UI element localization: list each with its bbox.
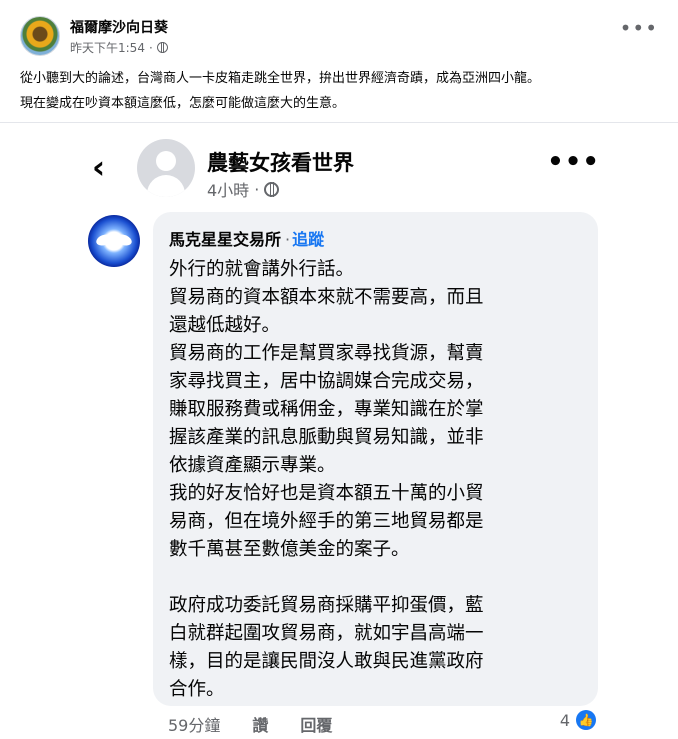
embedded-screenshot: ‹ 農藝女孩看世界 4小時 · ••• 馬克星星交易所 · 追蹤 外行的就會講外行話… [80,123,620,739]
post-header: 福爾摩沙向日葵 昨天下午1:54 · ••• [0,0,678,62]
comment-line: 家尋找買主，居中協調媒合完成交易， [169,371,484,392]
back-icon: ‹ [92,148,106,186]
comment-line: 白就群起圍攻貿易商，就如宇昌高端一 [169,623,484,644]
post-timestamp[interactable]: 昨天下午1:54 [70,39,145,56]
post-meta: 昨天下午1:54 · [70,39,168,56]
reaction-count: 4 [559,710,570,730]
author-avatar[interactable] [20,16,60,56]
commenter-avatar [88,215,140,267]
comment-line: 樣，目的是讓民間沒人敢與民進黨政府 [169,651,484,672]
comment-line: 握該產業的訊息脈動與貿易知識，並非 [169,427,484,448]
comment-actions: 59分鐘 讚 回覆 [168,712,332,736]
page-post-time: 4小時 [207,181,250,200]
comment-line [169,564,589,592]
comment-line: 合作。 [169,679,225,700]
reply-action: 回覆 [300,716,333,735]
comment-author: 馬克星星交易所 [169,230,282,249]
globe-icon [264,181,280,197]
comment-line: 貿易商的工作是幫買家尋找貨源，幫賣 [169,343,484,364]
more-icon: ••• [547,147,600,177]
more-icon[interactable]: ••• [620,18,658,38]
comment-text: 外行的就會講外行話。 貿易商的資本額本來就不需要高，而且 還越低越好。 貿易商的… [169,256,589,704]
comment-line: 還越低越好。 [169,315,281,336]
comment-line: 外行的就會講外行話。 [169,259,355,280]
post-text: 從小聽到大的論述，台灣商人一卡皮箱走跳全世界，拚出世界經濟奇蹟，成為亞洲四小龍。… [20,66,660,116]
comment-line: 賺取服務費或稱佣金，專業知識在於掌 [169,399,484,420]
comment-bubble: 馬克星星交易所 · 追蹤 外行的就會講外行話。 貿易商的資本額本來就不需要高，而且 … [153,212,598,706]
reaction-summary: 4 👍 [560,710,596,730]
post-author-name[interactable]: 福爾摩沙向日葵 [70,17,168,37]
comment-line: 數千萬甚至數億美金的案子。 [169,539,410,560]
globe-icon [156,42,168,53]
comment-line: 貿易商的資本額本來就不需要高，而且 [169,287,484,308]
page-avatar [137,139,195,197]
comment-line: 依據資產顯示專業。 [169,455,336,476]
post-text-line: 現在變成在吵資本額這麼低，怎麼可能做這麼大的生意。 [20,96,346,111]
like-action: 讚 [252,716,269,735]
thumbs-up-icon: 👍 [576,710,596,730]
comment-line: 易商，但在境外經手的第三地貿易都是 [169,511,484,532]
comment-line: 政府成功委託貿易商採購平抑蛋價，藍 [169,595,484,616]
page-post-meta: 4小時 · [207,177,280,201]
page-name: 農藝女孩看世界 [207,151,354,175]
comment-time: 59分鐘 [168,716,221,735]
comment-header: 馬克星星交易所 · 追蹤 [169,230,325,249]
follow-link: 追蹤 [292,230,325,249]
comment-line: 我的好友恰好也是資本額五十萬的小貿 [169,483,484,504]
post-text-line: 從小聽到大的論述，台灣商人一卡皮箱走跳全世界，拚出世界經濟奇蹟，成為亞洲四小龍。 [20,71,541,86]
